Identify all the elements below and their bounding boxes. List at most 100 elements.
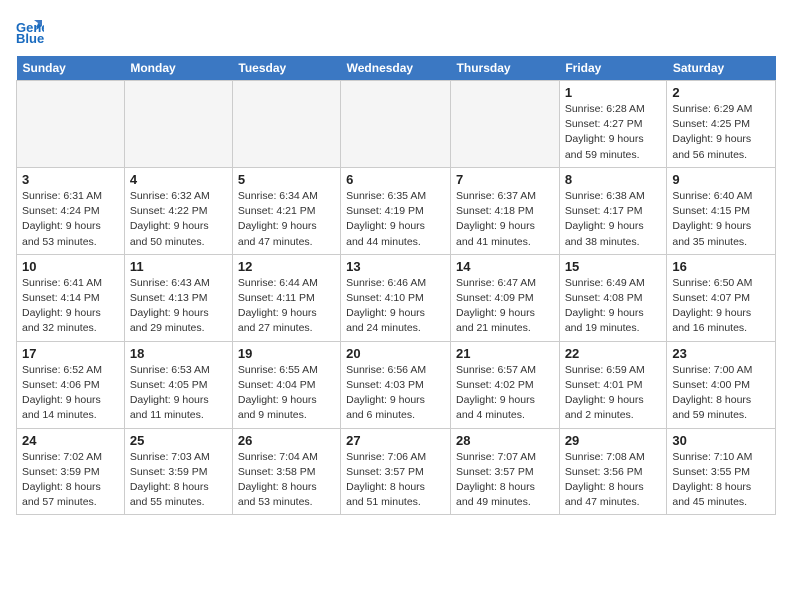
day-number: 24: [22, 433, 119, 448]
calendar-cell: 1 Sunrise: 6:28 AMSunset: 4:27 PMDaylight…: [559, 81, 667, 168]
day-number: 13: [346, 259, 445, 274]
day-number: 23: [672, 346, 770, 361]
day-info: Sunrise: 7:07 AMSunset: 3:57 PMDaylight:…: [456, 450, 554, 511]
day-info: Sunrise: 7:06 AMSunset: 3:57 PMDaylight:…: [346, 450, 445, 511]
weekday-header-saturday: Saturday: [667, 56, 776, 81]
day-number: 4: [130, 172, 227, 187]
calendar-cell: 28 Sunrise: 7:07 AMSunset: 3:57 PMDayligh…: [451, 428, 560, 515]
day-number: 10: [22, 259, 119, 274]
page-header: General Blue: [16, 16, 776, 44]
day-number: 26: [238, 433, 335, 448]
day-info: Sunrise: 6:55 AMSunset: 4:04 PMDaylight:…: [238, 363, 335, 424]
day-number: 9: [672, 172, 770, 187]
day-number: 16: [672, 259, 770, 274]
calendar-cell: 27 Sunrise: 7:06 AMSunset: 3:57 PMDayligh…: [341, 428, 451, 515]
day-info: Sunrise: 6:28 AMSunset: 4:27 PMDaylight:…: [565, 102, 662, 163]
calendar-cell: 25 Sunrise: 7:03 AMSunset: 3:59 PMDayligh…: [124, 428, 232, 515]
calendar-cell: 19 Sunrise: 6:55 AMSunset: 4:04 PMDayligh…: [232, 341, 340, 428]
day-info: Sunrise: 6:32 AMSunset: 4:22 PMDaylight:…: [130, 189, 227, 250]
day-info: Sunrise: 6:53 AMSunset: 4:05 PMDaylight:…: [130, 363, 227, 424]
day-number: 27: [346, 433, 445, 448]
day-info: Sunrise: 7:04 AMSunset: 3:58 PMDaylight:…: [238, 450, 335, 511]
calendar-cell: 18Sunrise: 6:53 AMSunset: 4:05 PMDayligh…: [124, 341, 232, 428]
day-info: Sunrise: 7:10 AMSunset: 3:55 PMDaylight:…: [672, 450, 770, 511]
day-number: 8: [565, 172, 662, 187]
calendar-cell: 16 Sunrise: 6:50 AMSunset: 4:07 PMDayligh…: [667, 254, 776, 341]
day-number: 7: [456, 172, 554, 187]
calendar-cell: 8 Sunrise: 6:38 AMSunset: 4:17 PMDaylight…: [559, 167, 667, 254]
day-info: Sunrise: 6:29 AMSunset: 4:25 PMDaylight:…: [672, 102, 770, 163]
calendar-cell: 17 Sunrise: 6:52 AMSunset: 4:06 PMDayligh…: [17, 341, 125, 428]
day-info: Sunrise: 7:08 AMSunset: 3:56 PMDaylight:…: [565, 450, 662, 511]
day-number: 5: [238, 172, 335, 187]
day-number: 1: [565, 85, 662, 100]
day-info: Sunrise: 6:46 AMSunset: 4:10 PMDaylight:…: [346, 276, 445, 337]
calendar-cell: 5 Sunrise: 6:34 AMSunset: 4:21 PMDaylight…: [232, 167, 340, 254]
calendar-cell: 3 Sunrise: 6:31 AMSunset: 4:24 PMDaylight…: [17, 167, 125, 254]
day-info: Sunrise: 6:44 AMSunset: 4:11 PMDaylight:…: [238, 276, 335, 337]
day-info: Sunrise: 6:56 AMSunset: 4:03 PMDaylight:…: [346, 363, 445, 424]
weekday-header-thursday: Thursday: [451, 56, 560, 81]
day-number: 20: [346, 346, 445, 361]
logo: General Blue: [16, 16, 48, 44]
day-info: Sunrise: 6:34 AMSunset: 4:21 PMDaylight:…: [238, 189, 335, 250]
calendar-cell: 12 Sunrise: 6:44 AMSunset: 4:11 PMDayligh…: [232, 254, 340, 341]
calendar-cell: 24 Sunrise: 7:02 AMSunset: 3:59 PMDayligh…: [17, 428, 125, 515]
day-info: Sunrise: 6:47 AMSunset: 4:09 PMDaylight:…: [456, 276, 554, 337]
calendar-table: SundayMondayTuesdayWednesdayThursdayFrid…: [16, 56, 776, 515]
day-number: 28: [456, 433, 554, 448]
calendar-cell: 20 Sunrise: 6:56 AMSunset: 4:03 PMDayligh…: [341, 341, 451, 428]
calendar-cell: 21 Sunrise: 6:57 AMSunset: 4:02 PMDayligh…: [451, 341, 560, 428]
day-info: Sunrise: 6:31 AMSunset: 4:24 PMDaylight:…: [22, 189, 119, 250]
day-info: Sunrise: 7:03 AMSunset: 3:59 PMDaylight:…: [130, 450, 227, 511]
day-info: Sunrise: 6:52 AMSunset: 4:06 PMDaylight:…: [22, 363, 119, 424]
calendar-cell: 30 Sunrise: 7:10 AMSunset: 3:55 PMDayligh…: [667, 428, 776, 515]
weekday-header-sunday: Sunday: [17, 56, 125, 81]
day-info: Sunrise: 6:38 AMSunset: 4:17 PMDaylight:…: [565, 189, 662, 250]
calendar-cell: 11 Sunrise: 6:43 AMSunset: 4:13 PMDayligh…: [124, 254, 232, 341]
day-number: 12: [238, 259, 335, 274]
calendar-cell: [451, 81, 560, 168]
calendar-cell: 4 Sunrise: 6:32 AMSunset: 4:22 PMDaylight…: [124, 167, 232, 254]
day-number: 14: [456, 259, 554, 274]
calendar-cell: 23Sunrise: 7:00 AMSunset: 4:00 PMDayligh…: [667, 341, 776, 428]
day-info: Sunrise: 6:41 AMSunset: 4:14 PMDaylight:…: [22, 276, 119, 337]
weekday-header-tuesday: Tuesday: [232, 56, 340, 81]
day-number: 22: [565, 346, 662, 361]
calendar-cell: [124, 81, 232, 168]
day-info: Sunrise: 7:02 AMSunset: 3:59 PMDaylight:…: [22, 450, 119, 511]
logo-icon: General Blue: [16, 16, 44, 44]
calendar-cell: 10 Sunrise: 6:41 AMSunset: 4:14 PMDayligh…: [17, 254, 125, 341]
day-info: Sunrise: 6:50 AMSunset: 4:07 PMDaylight:…: [672, 276, 770, 337]
calendar-cell: 9 Sunrise: 6:40 AMSunset: 4:15 PMDaylight…: [667, 167, 776, 254]
day-info: Sunrise: 6:35 AMSunset: 4:19 PMDaylight:…: [346, 189, 445, 250]
calendar-cell: 13 Sunrise: 6:46 AMSunset: 4:10 PMDayligh…: [341, 254, 451, 341]
day-number: 29: [565, 433, 662, 448]
day-number: 17: [22, 346, 119, 361]
calendar-cell: 6 Sunrise: 6:35 AMSunset: 4:19 PMDaylight…: [341, 167, 451, 254]
day-number: 19: [238, 346, 335, 361]
day-info: Sunrise: 6:43 AMSunset: 4:13 PMDaylight:…: [130, 276, 227, 337]
day-info: Sunrise: 6:57 AMSunset: 4:02 PMDaylight:…: [456, 363, 554, 424]
day-info: Sunrise: 6:59 AMSunset: 4:01 PMDaylight:…: [565, 363, 662, 424]
day-number: 25: [130, 433, 227, 448]
calendar-cell: 14 Sunrise: 6:47 AMSunset: 4:09 PMDayligh…: [451, 254, 560, 341]
day-info: Sunrise: 6:40 AMSunset: 4:15 PMDaylight:…: [672, 189, 770, 250]
svg-text:Blue: Blue: [16, 31, 44, 44]
day-number: 30: [672, 433, 770, 448]
calendar-cell: 7 Sunrise: 6:37 AMSunset: 4:18 PMDaylight…: [451, 167, 560, 254]
weekday-header-friday: Friday: [559, 56, 667, 81]
calendar-cell: 26 Sunrise: 7:04 AMSunset: 3:58 PMDayligh…: [232, 428, 340, 515]
calendar-cell: [341, 81, 451, 168]
day-number: 21: [456, 346, 554, 361]
calendar-cell: [232, 81, 340, 168]
day-number: 3: [22, 172, 119, 187]
day-number: 11: [130, 259, 227, 274]
day-number: 2: [672, 85, 770, 100]
calendar-cell: 2 Sunrise: 6:29 AMSunset: 4:25 PMDaylight…: [667, 81, 776, 168]
calendar-cell: 29 Sunrise: 7:08 AMSunset: 3:56 PMDayligh…: [559, 428, 667, 515]
day-number: 6: [346, 172, 445, 187]
day-info: Sunrise: 6:37 AMSunset: 4:18 PMDaylight:…: [456, 189, 554, 250]
calendar-cell: [17, 81, 125, 168]
day-number: 15: [565, 259, 662, 274]
